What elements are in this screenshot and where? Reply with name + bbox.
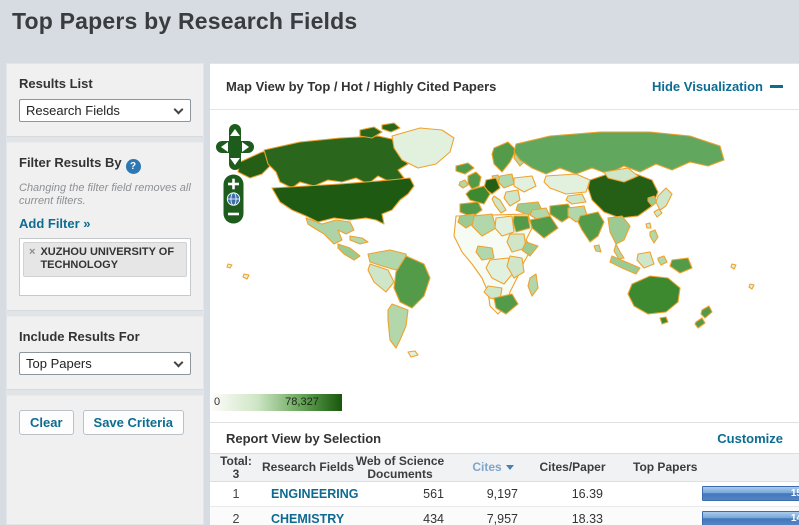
filter-by-label-text: Filter Results By: [19, 155, 122, 170]
include-results-section: Include Results For Top Papers: [7, 317, 203, 389]
top-papers-bar: 15: [702, 486, 799, 501]
map-color-scale: 0 78,327: [211, 394, 342, 411]
top-papers-cell: 14: [615, 511, 799, 525]
chevron-down-icon: [174, 358, 184, 368]
sidebar-actions: Clear Save Criteria: [7, 396, 203, 449]
total-count: Total: 3: [210, 455, 262, 481]
table-row: 1 ENGINEERING 561 9,197 16.39 15: [210, 482, 799, 507]
cites-value: 7,957: [456, 512, 530, 525]
map-zoom-control[interactable]: [223, 174, 244, 224]
research-field-link[interactable]: CHEMISTRY: [262, 512, 344, 525]
section-divider: [7, 389, 203, 396]
map-countries[interactable]: [227, 123, 754, 357]
row-rank: 2: [210, 512, 262, 525]
row-rank: 1: [210, 487, 262, 501]
documents-value: 561: [344, 487, 456, 501]
cites-per-paper-value: 18.33: [530, 512, 615, 525]
remove-filter-icon[interactable]: ×: [29, 246, 35, 272]
include-results-value: Top Papers: [26, 356, 92, 371]
top-papers-value: 14: [791, 513, 799, 524]
legend-max-label: 78,327: [266, 396, 338, 408]
cites-header-label: Cites: [472, 460, 501, 474]
total-label: Total:: [210, 455, 262, 468]
filter-tag[interactable]: × XUZHOU UNIVERSITY OF TECHNOLOGY: [23, 242, 187, 277]
results-list-value: Research Fields: [26, 103, 120, 118]
column-header-cites-per-paper[interactable]: Cites/Paper: [530, 461, 615, 474]
collapse-icon: [770, 85, 783, 88]
table-header-row: Total: 3 Research Fields Web of Science …: [210, 453, 799, 482]
sort-desc-icon: [506, 465, 514, 470]
top-papers-cell: 15: [615, 486, 799, 502]
add-filter-link[interactable]: Add Filter »: [19, 216, 91, 231]
results-list-select[interactable]: Research Fields: [19, 99, 191, 122]
column-header-cites[interactable]: Cites: [456, 461, 530, 474]
page-title: Top Papers by Research Fields: [12, 8, 357, 35]
hide-visualization-link[interactable]: Hide Visualization: [652, 79, 783, 94]
active-filters-box: × XUZHOU UNIVERSITY OF TECHNOLOGY: [19, 238, 191, 296]
filter-by-label: Filter Results By?: [19, 155, 191, 174]
filter-note: Changing the filter field removes all cu…: [19, 182, 191, 208]
filter-by-section: Filter Results By? Changing the filter f…: [7, 143, 203, 310]
filter-tag-label: XUZHOU UNIVERSITY OF TECHNOLOGY: [40, 246, 181, 272]
filters-sidebar: Results List Research Fields Filter Resu…: [6, 63, 204, 525]
cites-per-paper-value: 16.39: [530, 487, 615, 501]
top-papers-bar: 14: [702, 511, 799, 525]
hide-visualization-label: Hide Visualization: [652, 79, 763, 94]
research-field-link[interactable]: ENGINEERING: [262, 487, 344, 501]
include-results-select[interactable]: Top Papers: [19, 352, 191, 375]
column-header-top-papers[interactable]: Top Papers: [615, 461, 799, 474]
chevron-down-icon: [174, 105, 184, 115]
legend-min-label: 0: [214, 396, 220, 408]
clear-button[interactable]: Clear: [19, 410, 74, 435]
column-header-research-fields[interactable]: Research Fields: [262, 461, 344, 474]
customize-label: Customize: [717, 431, 783, 446]
column-header-wos-documents[interactable]: Web of Science Documents: [344, 455, 456, 481]
top-papers-value: 15: [791, 488, 799, 499]
table-row: 2 CHEMISTRY 434 7,957 18.33 14: [210, 507, 799, 525]
save-criteria-button[interactable]: Save Criteria: [83, 410, 185, 435]
report-view-header: Report View by Selection Customize: [210, 423, 799, 453]
report-view-title: Report View by Selection: [226, 431, 381, 446]
help-icon[interactable]: ?: [126, 159, 141, 174]
world-map[interactable]: [210, 116, 790, 416]
map-view-title: Map View by Top / Hot / Highly Cited Pap…: [226, 79, 496, 94]
map-view-header: Map View by Top / Hot / Highly Cited Pap…: [210, 64, 799, 110]
cites-value: 9,197: [456, 487, 530, 501]
map-pan-control[interactable]: [216, 124, 254, 170]
documents-value: 434: [344, 512, 456, 525]
total-value: 3: [210, 468, 262, 481]
main-panel: Map View by Top / Hot / Highly Cited Pap…: [210, 63, 799, 525]
section-divider: [7, 310, 203, 317]
results-list-section: Results List Research Fields: [7, 64, 203, 136]
results-list-label: Results List: [19, 76, 191, 91]
section-divider: [7, 136, 203, 143]
map-area: 0 78,327: [210, 110, 799, 423]
customize-link[interactable]: Customize: [717, 431, 783, 446]
include-results-label: Include Results For: [19, 329, 191, 344]
